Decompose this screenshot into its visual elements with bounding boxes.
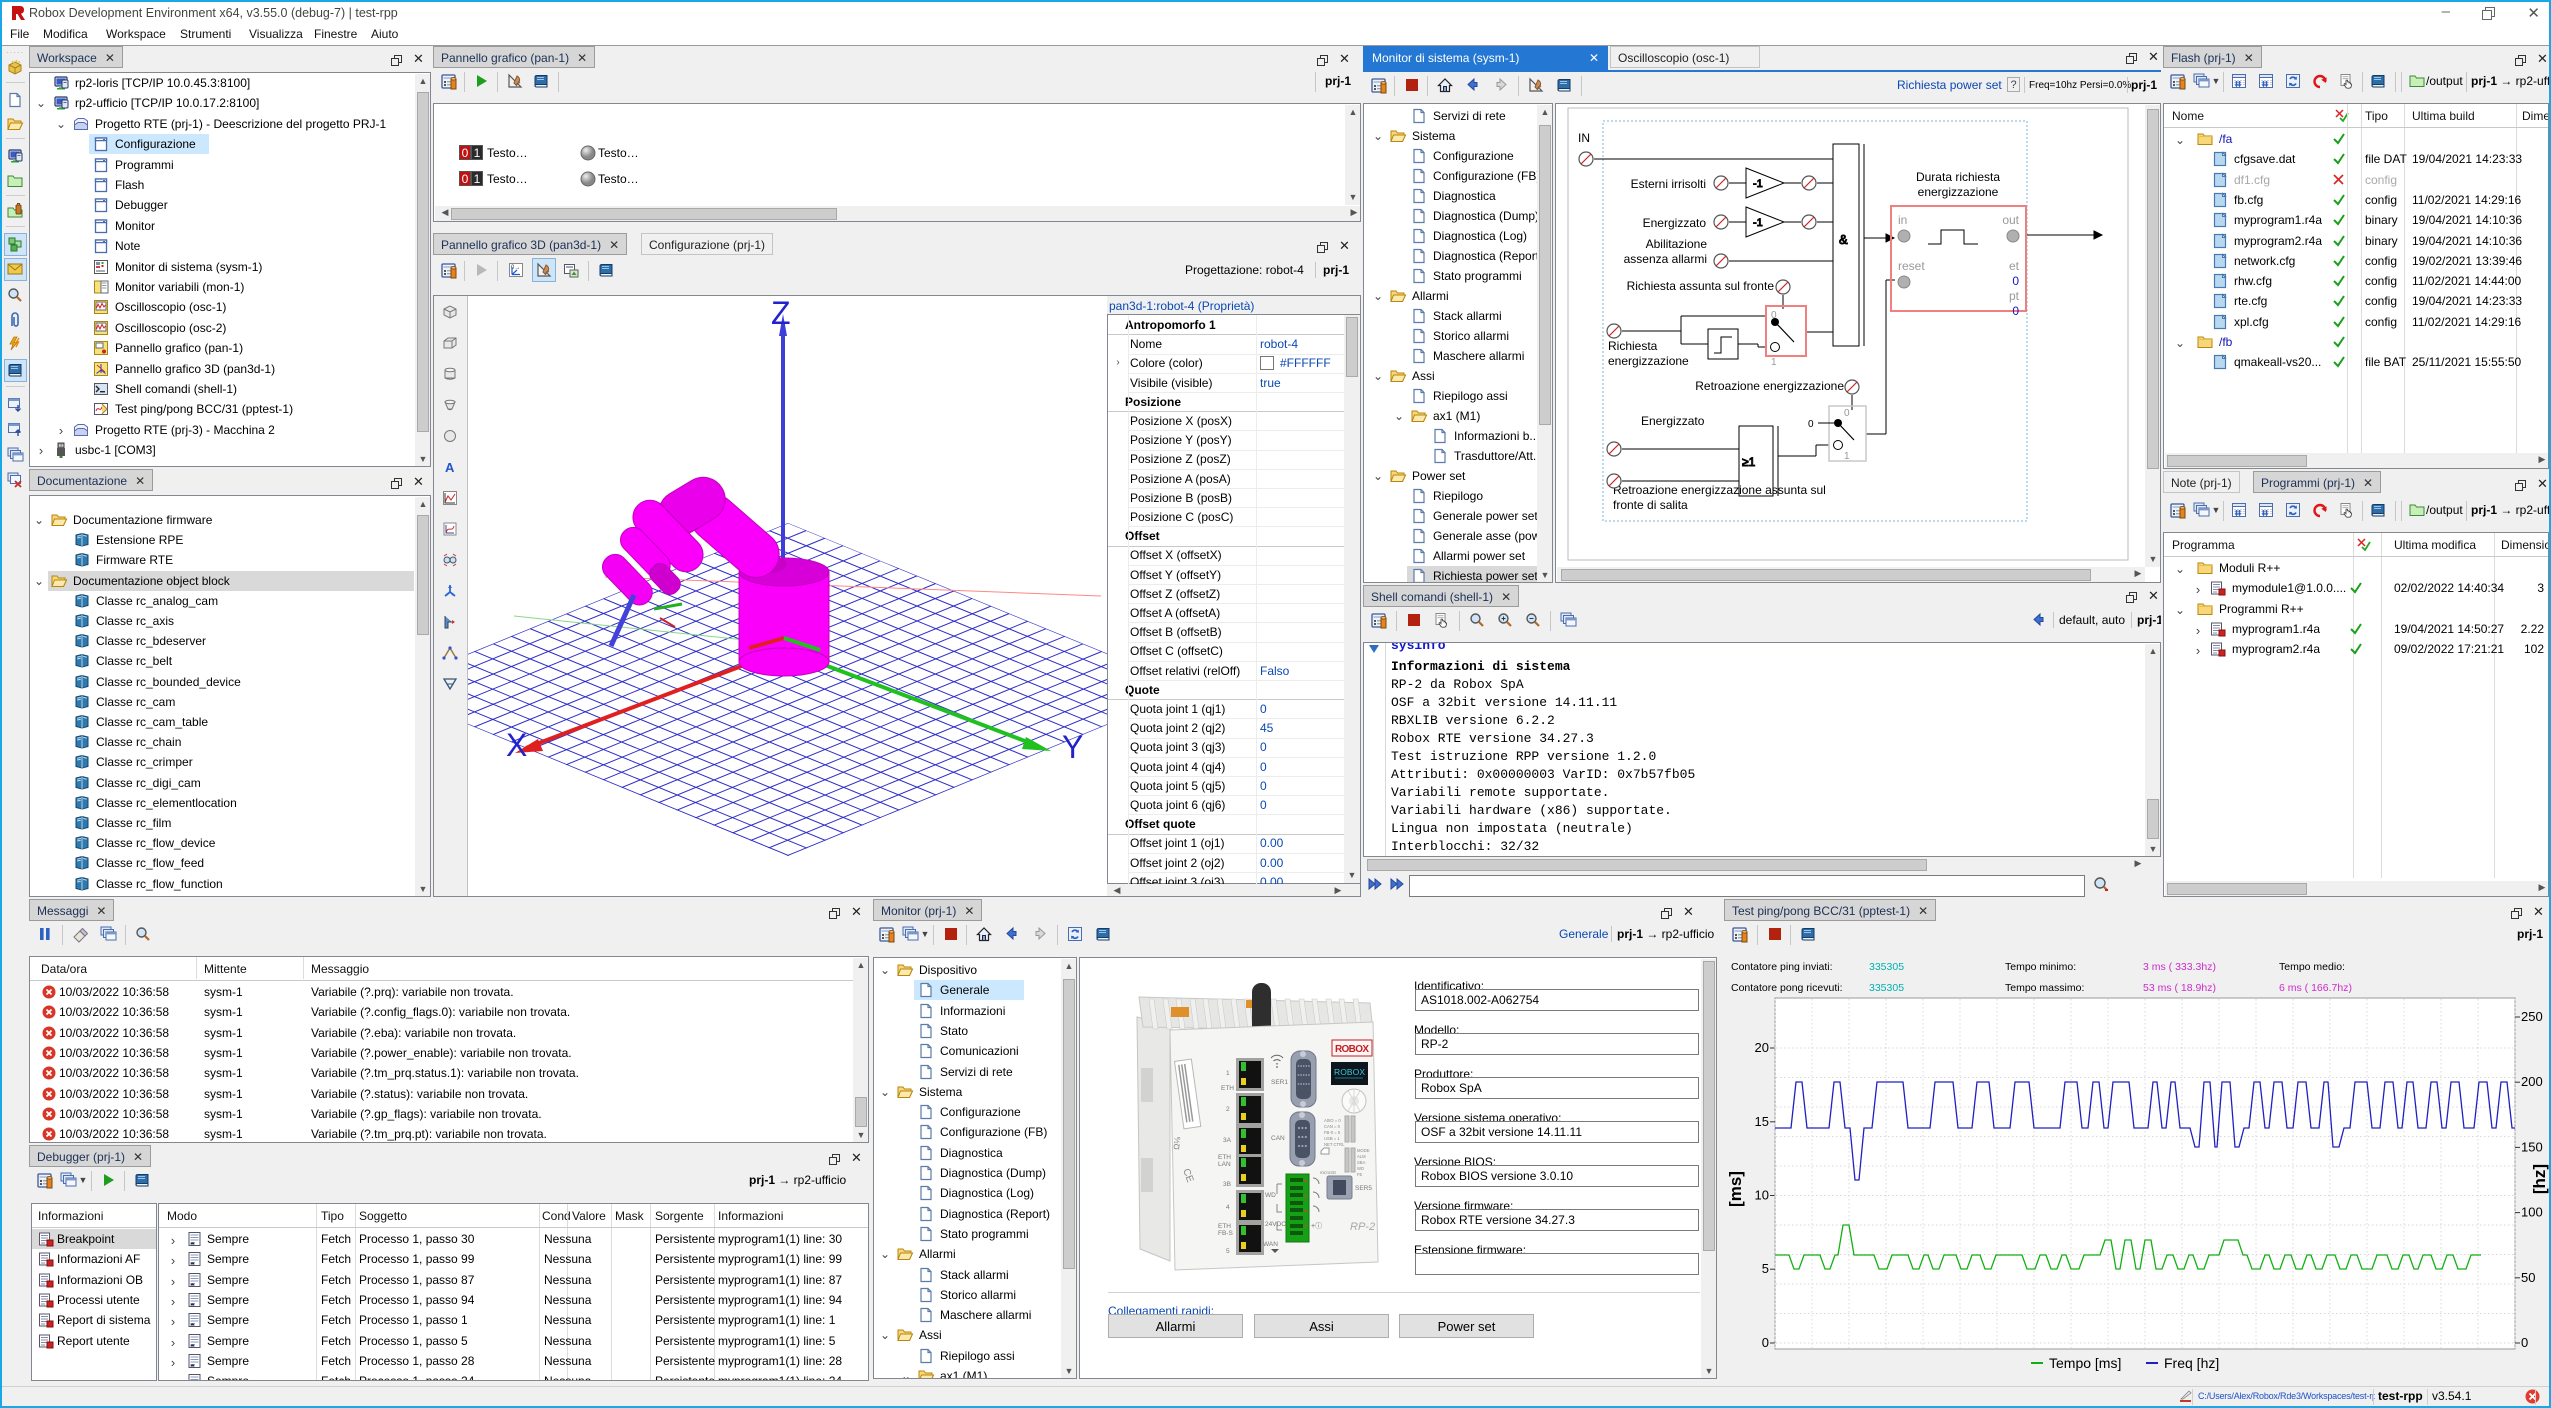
svg-text:0: 0	[2521, 1335, 2528, 1350]
svg-text:fronte di salita: fronte di salita	[1613, 498, 1688, 512]
svg-text:20: 20	[1755, 1040, 1769, 1055]
svg-text:Ω⅛: Ω⅛	[1172, 1136, 1182, 1150]
svg-text:Retroazione energizzazione: Retroazione energizzazione	[1695, 379, 1844, 393]
svg-text:energizzazione: energizzazione	[1918, 185, 1999, 199]
svg-text:0: 0	[2012, 274, 2019, 288]
svg-text:≥1: ≥1	[1742, 455, 1756, 469]
svg-text:X: X	[506, 727, 527, 763]
svg-text:5: 5	[1762, 1261, 1769, 1276]
svg-text:ETH: ETH	[1218, 1154, 1231, 1161]
svg-text:Abilitazione: Abilitazione	[1646, 237, 1708, 251]
svg-text:0: 0	[2012, 304, 2019, 318]
svg-text:WD: WD	[1265, 1192, 1276, 1199]
svg-text:Retroazione energizzazione ass: Retroazione energizzazione assunta sul	[1613, 483, 1826, 497]
svg-text:USB = 1: USB = 1	[1324, 1136, 1340, 1141]
svg-text:0: 0	[1844, 408, 1850, 419]
svg-text:4: 4	[1226, 1204, 1230, 1211]
svg-text:&: &	[1839, 232, 1848, 247]
svg-text:NET CTRL: NET CTRL	[1324, 1142, 1345, 1147]
svg-text:3B: 3B	[1223, 1181, 1231, 1188]
svg-text:MODE: MODE	[1357, 1148, 1370, 1153]
svg-text:ROBOX: ROBOX	[1335, 1044, 1369, 1055]
svg-text:LAN: LAN	[1218, 1161, 1231, 1168]
svg-text:FE: FE	[1357, 1172, 1363, 1177]
svg-text:in: in	[1898, 213, 1907, 227]
svg-text:SER1: SER1	[1271, 1079, 1288, 1086]
svg-text:1: 1	[1771, 357, 1777, 368]
svg-text:SBA: SBA	[1357, 1160, 1366, 1165]
svg-text:Freq [hz]: Freq [hz]	[2164, 1355, 2219, 1371]
svg-text:15: 15	[1755, 1114, 1769, 1129]
svg-text:ETH: ETH	[1221, 1085, 1234, 1092]
svg-text:FB-S: FB-S	[1218, 1230, 1233, 1237]
svg-text:150: 150	[2521, 1139, 2543, 1154]
svg-text:-1: -1	[1753, 178, 1763, 190]
svg-text:24VDC: 24VDC	[1265, 1221, 1286, 1228]
svg-text:Energizzato: Energizzato	[1641, 414, 1705, 428]
svg-text:Tempo [ms]: Tempo [ms]	[2049, 1355, 2121, 1371]
svg-text:Y: Y	[1062, 729, 1083, 765]
svg-text:Durata richiesta: Durata richiesta	[1916, 170, 2000, 184]
svg-text:250: 250	[2521, 1009, 2543, 1024]
svg-text:RP-2: RP-2	[1350, 1221, 1375, 1233]
svg-text:assenza allarmi: assenza allarmi	[1624, 252, 1707, 266]
svg-text:50: 50	[2521, 1270, 2535, 1285]
svg-text:0: 0	[1762, 1335, 1769, 1350]
svg-text:[hz]: [hz]	[2530, 1164, 2549, 1194]
svg-text:Richiesta: Richiesta	[1608, 339, 1658, 353]
svg-text:WAN: WAN	[1263, 1241, 1278, 1248]
svg-text:[ms]: [ms]	[1726, 1171, 1745, 1207]
svg-text:Energizzato: Energizzato	[1643, 216, 1707, 230]
svg-text:1: 1	[1844, 451, 1850, 462]
svg-text:Esterni irrisolti: Esterni irrisolti	[1631, 177, 1706, 191]
svg-text:SER5: SER5	[1355, 1185, 1372, 1192]
svg-text:reset: reset	[1898, 259, 1925, 273]
svg-text:IN: IN	[1578, 131, 1590, 145]
svg-text:+ⓘ: +ⓘ	[1311, 1222, 1322, 1230]
svg-text:3A: 3A	[1223, 1137, 1232, 1144]
svg-text:1: 1	[1226, 1070, 1230, 1077]
svg-text:A0IO = 0: A0IO = 0	[1324, 1118, 1341, 1123]
svg-text:0: 0	[1808, 419, 1814, 430]
svg-text:energizzazione: energizzazione	[1608, 354, 1689, 368]
svg-text:out: out	[2002, 213, 2019, 227]
svg-text:pt: pt	[2009, 289, 2020, 303]
svg-text:200: 200	[2521, 1074, 2543, 1089]
svg-text:Z: Z	[771, 296, 791, 331]
svg-text:WD: WD	[1357, 1166, 1364, 1171]
svg-text:Richiesta assunta sul fronte: Richiesta assunta sul fronte	[1627, 279, 1775, 293]
svg-text:100: 100	[2521, 1205, 2543, 1220]
svg-text:CAN = 0: CAN = 0	[1324, 1124, 1341, 1129]
svg-text:ROBOX: ROBOX	[1334, 1067, 1365, 1077]
svg-text:10: 10	[1755, 1188, 1769, 1203]
svg-text:2: 2	[1226, 1106, 1230, 1113]
svg-text:FB-0 = 5: FB-0 = 5	[1324, 1130, 1341, 1135]
svg-text:5: 5	[1226, 1248, 1230, 1255]
svg-text:et: et	[2009, 259, 2020, 273]
svg-text:CAN: CAN	[1271, 1135, 1285, 1142]
svg-text:ALM: ALM	[1357, 1154, 1366, 1159]
svg-text:microSD: microSD	[1320, 1170, 1336, 1175]
svg-text:ETH: ETH	[1218, 1223, 1231, 1230]
svg-text:-1: -1	[1753, 217, 1763, 229]
